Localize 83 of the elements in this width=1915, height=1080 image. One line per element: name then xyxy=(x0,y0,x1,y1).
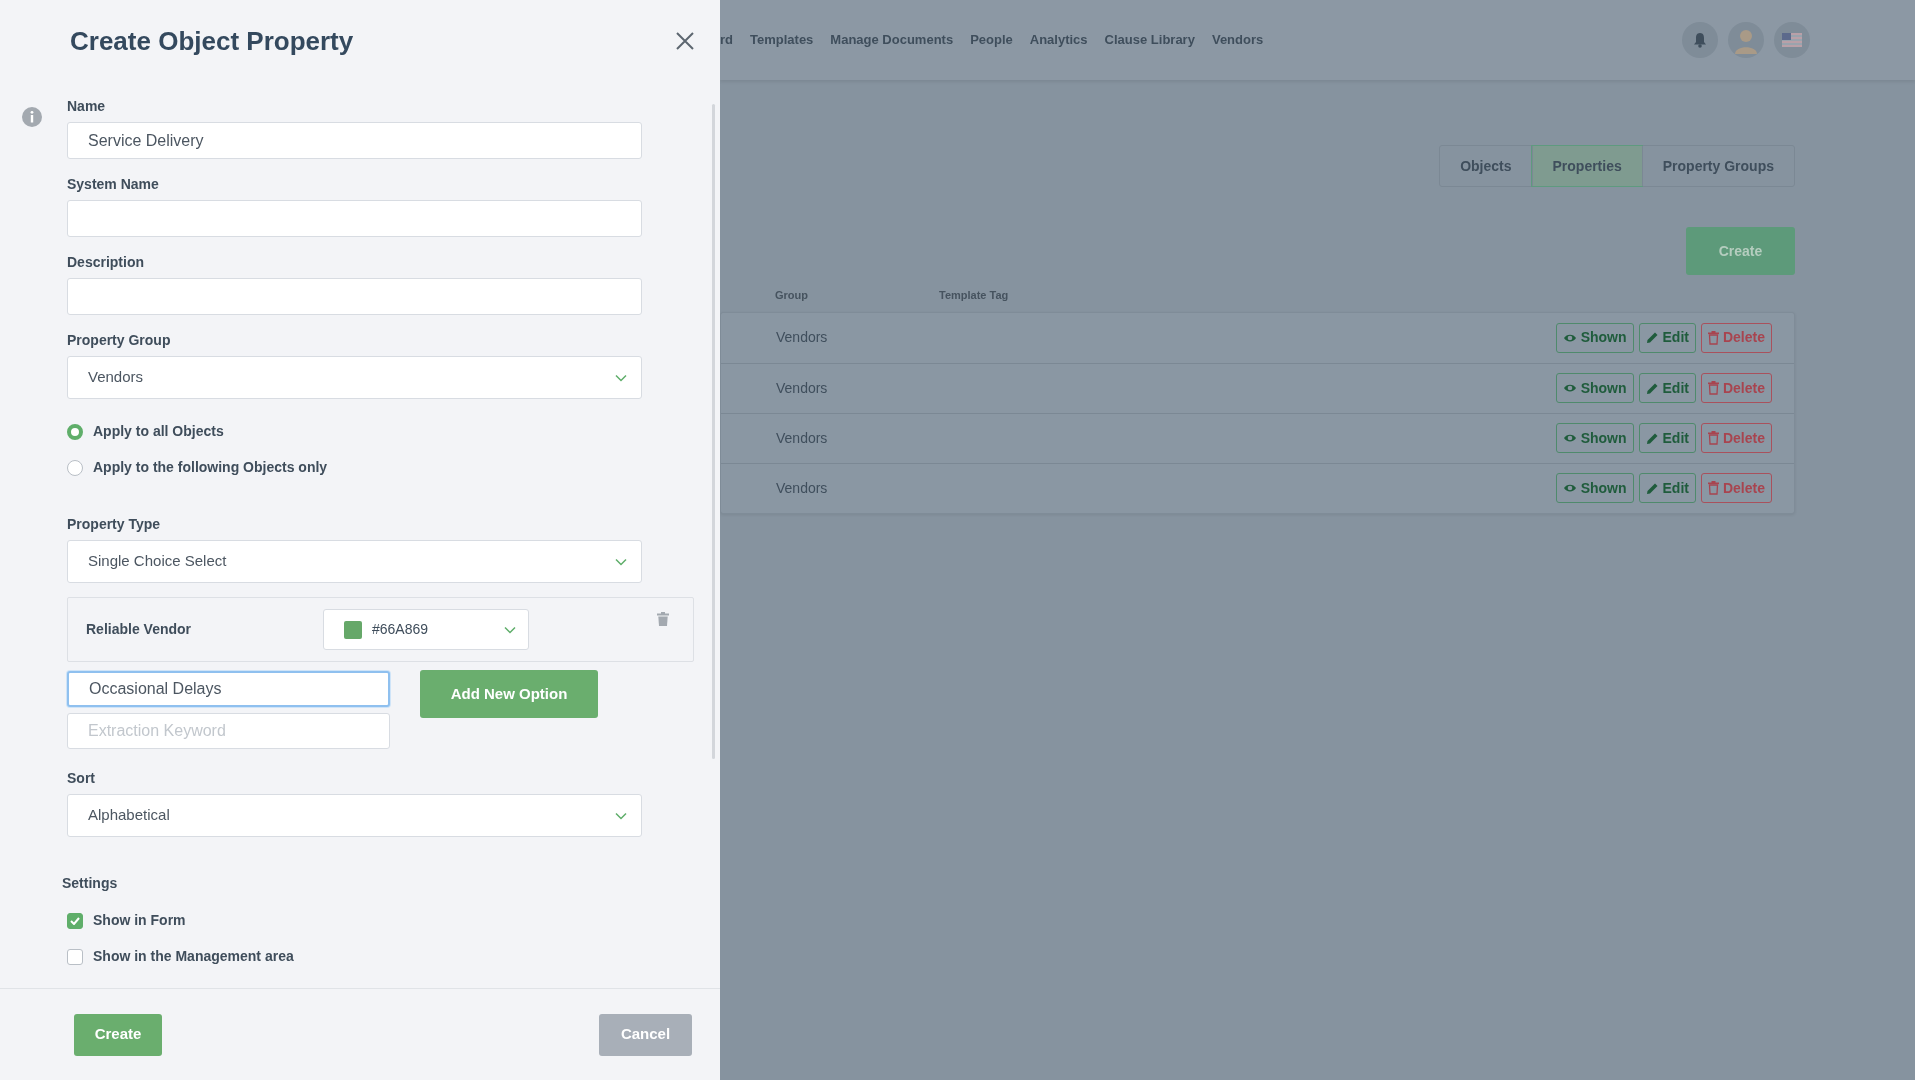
sort-select[interactable]: Alphabetical xyxy=(67,794,642,837)
checkbox[interactable] xyxy=(67,948,83,965)
edit-button[interactable]: Edit xyxy=(1638,423,1696,453)
eye-icon xyxy=(1562,482,1577,494)
delete-button[interactable]: Delete xyxy=(1700,322,1772,353)
delete-button[interactable]: Delete xyxy=(1700,373,1772,403)
field-label: Sort xyxy=(67,769,96,788)
language-button[interactable] xyxy=(1774,22,1810,58)
extraction-keyword-field[interactable]: Extraction Keyword xyxy=(67,713,390,749)
pencil-icon xyxy=(1645,381,1659,395)
section-title: Settings xyxy=(62,874,119,893)
field-label: Name xyxy=(67,97,107,116)
radio-label: Apply to all Objects xyxy=(93,422,224,441)
add-option-button[interactable]: Add New Option xyxy=(420,670,598,718)
tab[interactable]: Property Groups xyxy=(1641,146,1794,186)
nav-link[interactable]: rd xyxy=(720,30,733,50)
eye-icon xyxy=(1562,432,1577,444)
column-header: Group xyxy=(775,288,809,303)
name-field[interactable]: Service Delivery xyxy=(67,122,642,159)
field-label: Property Group xyxy=(67,331,172,350)
avatar-button[interactable] xyxy=(1728,22,1764,58)
edit-button[interactable]: Edit xyxy=(1638,322,1696,353)
option-label: Reliable Vendor xyxy=(86,620,193,639)
edit-button[interactable]: Edit xyxy=(1638,373,1696,403)
color-select[interactable]: #66A869 xyxy=(323,609,529,650)
option-name-field[interactable]: Occasional Delays xyxy=(67,671,390,707)
pencil-icon xyxy=(1645,431,1659,445)
scrollbar[interactable] xyxy=(712,104,715,759)
chevron-down-icon xyxy=(504,625,516,634)
pencil-icon xyxy=(1645,481,1659,495)
radio-label: Apply to the following Objects only xyxy=(93,458,328,477)
tab[interactable]: Properties xyxy=(1531,146,1642,186)
delete-button[interactable]: Delete xyxy=(1700,423,1772,453)
shown-button[interactable]: Shown xyxy=(1555,373,1634,403)
property-group-select[interactable]: Vendors xyxy=(67,356,642,399)
radio-button[interactable] xyxy=(67,423,83,440)
column-header: Template Tag xyxy=(939,288,1009,303)
nav-link[interactable]: Templates xyxy=(750,30,814,50)
create-button[interactable]: Create xyxy=(1686,227,1795,275)
chevron-down-icon xyxy=(615,373,627,382)
eye-icon xyxy=(1562,382,1577,394)
notification-button[interactable] xyxy=(1682,22,1718,58)
cancel-button[interactable]: Cancel xyxy=(599,1013,692,1056)
shown-button[interactable]: Shown xyxy=(1555,423,1634,453)
field-label: Description xyxy=(67,253,145,272)
description-field[interactable] xyxy=(67,278,642,315)
checkbox[interactable] xyxy=(67,912,83,929)
trash-icon xyxy=(1707,481,1719,495)
check-icon xyxy=(70,916,80,925)
field-label: Property Type xyxy=(67,515,162,534)
table-cell-text: Vendors xyxy=(776,328,828,347)
trash-icon xyxy=(1707,330,1719,345)
create-button[interactable]: Create xyxy=(74,1013,162,1056)
nav-link[interactable]: Manage Documents xyxy=(830,30,954,50)
tab[interactable]: Objects xyxy=(1440,146,1532,186)
chevron-down-icon xyxy=(615,557,627,566)
trash-icon xyxy=(1707,431,1719,445)
nav-link[interactable]: People xyxy=(970,30,1013,50)
close-icon xyxy=(675,30,695,51)
radio-button[interactable] xyxy=(67,459,83,476)
delete-button[interactable]: Delete xyxy=(1700,473,1772,503)
nav-link[interactable]: Clause Library xyxy=(1104,30,1195,50)
checkbox-label: Show in the Management area xyxy=(93,947,294,966)
flag-icon xyxy=(1782,33,1802,47)
bell-icon xyxy=(1693,32,1707,48)
shown-button[interactable]: Shown xyxy=(1555,322,1634,353)
table-cell-text: Vendors xyxy=(776,478,828,498)
table-cell-text: Vendors xyxy=(776,428,828,448)
chevron-down-icon xyxy=(615,811,627,820)
trash-icon[interactable] xyxy=(657,612,669,626)
nav-link[interactable]: Vendors xyxy=(1211,30,1264,50)
field-label: System Name xyxy=(67,175,160,194)
system-name-field[interactable] xyxy=(67,200,642,237)
nav-link[interactable]: Analytics xyxy=(1029,30,1088,50)
trash-icon xyxy=(1707,381,1719,395)
pencil-icon xyxy=(1645,331,1659,344)
checkbox-label: Show in Form xyxy=(93,911,186,930)
property-type-select[interactable]: Single Choice Select xyxy=(67,540,642,583)
dialog-title: Create Object Property xyxy=(70,26,354,58)
info-icon xyxy=(22,106,42,127)
edit-button[interactable]: Edit xyxy=(1638,473,1696,503)
table-cell-text: Vendors xyxy=(776,378,828,398)
shown-button[interactable]: Shown xyxy=(1555,473,1634,503)
